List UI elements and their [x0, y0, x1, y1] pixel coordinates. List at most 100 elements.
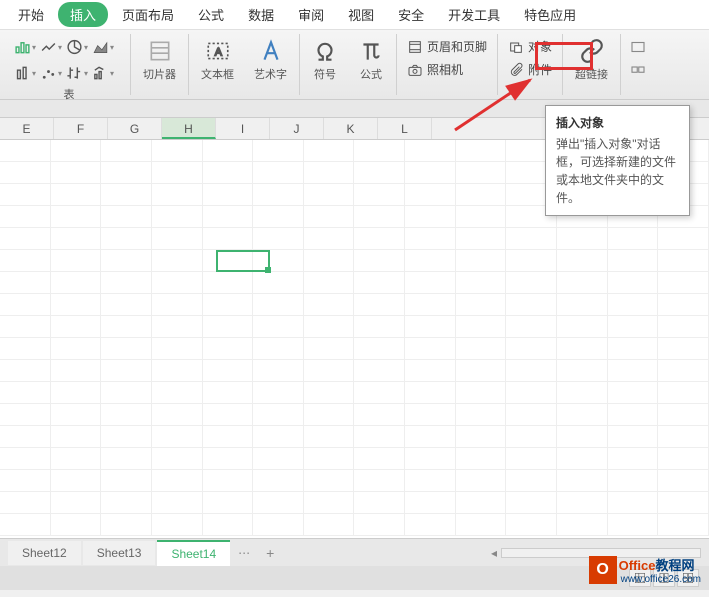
sheet-tab-active[interactable]: Sheet14: [157, 540, 230, 566]
grid-cell[interactable]: [203, 338, 254, 359]
grid-cell[interactable]: [51, 316, 102, 337]
grid-cell[interactable]: [456, 140, 507, 161]
grid-cell[interactable]: [51, 360, 102, 381]
grid-cell[interactable]: [354, 404, 405, 425]
grid-cell[interactable]: [557, 316, 608, 337]
grid-cell[interactable]: [203, 162, 254, 183]
grid-cell[interactable]: [51, 470, 102, 491]
grid-cell[interactable]: [456, 360, 507, 381]
header-footer-button[interactable]: 页眉和页脚: [403, 36, 491, 57]
object-button[interactable]: 对象: [504, 36, 556, 57]
grid-cell[interactable]: [608, 404, 659, 425]
grid-cell[interactable]: [101, 404, 152, 425]
grid-cell[interactable]: [152, 360, 203, 381]
view-page-button[interactable]: [653, 569, 675, 587]
grid-cell[interactable]: [203, 272, 254, 293]
grid-cell[interactable]: [51, 184, 102, 205]
grid-cell[interactable]: [456, 250, 507, 271]
grid-cell[interactable]: [101, 140, 152, 161]
grid-cell[interactable]: [608, 470, 659, 491]
grid-cell[interactable]: [405, 360, 456, 381]
grid-cell[interactable]: [304, 404, 355, 425]
grid-cell[interactable]: [456, 426, 507, 447]
grid-cell[interactable]: [51, 162, 102, 183]
grid-cell[interactable]: [304, 426, 355, 447]
grid-cell[interactable]: [203, 514, 254, 535]
menu-security[interactable]: 安全: [388, 1, 434, 28]
grid-cell[interactable]: [101, 492, 152, 513]
sheet-tab[interactable]: Sheet12: [8, 541, 81, 565]
grid-cell[interactable]: [0, 206, 51, 227]
grid-cell[interactable]: [354, 514, 405, 535]
wordart-button[interactable]: 艺术字: [248, 36, 293, 84]
grid-cell[interactable]: [51, 206, 102, 227]
grid-cell[interactable]: [405, 404, 456, 425]
grid-cell[interactable]: [557, 272, 608, 293]
grid-cell[interactable]: [51, 404, 102, 425]
grid-cell[interactable]: [658, 228, 709, 249]
grid-cell[interactable]: [354, 316, 405, 337]
bar-chart-icon[interactable]: ▾: [14, 36, 36, 58]
grid-cell[interactable]: [456, 492, 507, 513]
grid-cell[interactable]: [658, 250, 709, 271]
camera-button[interactable]: 照相机: [403, 59, 491, 80]
menu-view[interactable]: 视图: [338, 1, 384, 28]
grid-cell[interactable]: [506, 448, 557, 469]
line-chart-icon[interactable]: ▾: [40, 36, 62, 58]
grid-cell[interactable]: [0, 426, 51, 447]
grid-cell[interactable]: [152, 228, 203, 249]
grid-cell[interactable]: [0, 316, 51, 337]
grid-cell[interactable]: [203, 294, 254, 315]
view-break-button[interactable]: [677, 569, 699, 587]
grid-cell[interactable]: [304, 184, 355, 205]
grid-cell[interactable]: [506, 382, 557, 403]
grid-cell[interactable]: [506, 250, 557, 271]
grid-cell[interactable]: [152, 140, 203, 161]
grid-cell[interactable]: [101, 382, 152, 403]
grid-cell[interactable]: [658, 382, 709, 403]
grid-cell[interactable]: [354, 184, 405, 205]
grid-cell[interactable]: [101, 360, 152, 381]
grid-cell[interactable]: [101, 316, 152, 337]
grid-cell[interactable]: [253, 316, 304, 337]
grid-cell[interactable]: [608, 426, 659, 447]
grid-cell[interactable]: [658, 360, 709, 381]
slicer-button[interactable]: 切片器: [137, 36, 182, 84]
grid-cell[interactable]: [456, 514, 507, 535]
grid-cell[interactable]: [203, 426, 254, 447]
grid-cell[interactable]: [253, 140, 304, 161]
grid-cell[interactable]: [253, 338, 304, 359]
grid-cell[interactable]: [557, 338, 608, 359]
grid-cell[interactable]: [253, 162, 304, 183]
grid-cell[interactable]: [51, 250, 102, 271]
grid-cell[interactable]: [354, 228, 405, 249]
menu-page-layout[interactable]: 页面布局: [112, 1, 184, 28]
grid-cell[interactable]: [506, 470, 557, 491]
grid-cell[interactable]: [253, 228, 304, 249]
grid-cell[interactable]: [304, 294, 355, 315]
grid-cell[interactable]: [253, 360, 304, 381]
grid-cell[interactable]: [152, 382, 203, 403]
grid-cell[interactable]: [101, 228, 152, 249]
grid-cell[interactable]: [557, 492, 608, 513]
grid-cell[interactable]: [253, 492, 304, 513]
grid-cell[interactable]: [456, 470, 507, 491]
grid-cell[interactable]: [557, 360, 608, 381]
grid-cell[interactable]: [658, 294, 709, 315]
grid-cell[interactable]: [557, 404, 608, 425]
grid-cell[interactable]: [203, 228, 254, 249]
grid-cell[interactable]: [152, 514, 203, 535]
grid-cell[interactable]: [0, 294, 51, 315]
grid-cell[interactable]: [51, 382, 102, 403]
grid-cell[interactable]: [354, 338, 405, 359]
grid-cell[interactable]: [253, 250, 304, 271]
menu-review[interactable]: 审阅: [288, 1, 334, 28]
grid-cell[interactable]: [203, 316, 254, 337]
grid-cell[interactable]: [152, 316, 203, 337]
menu-start[interactable]: 开始: [8, 1, 54, 28]
grid-cell[interactable]: [608, 382, 659, 403]
grid-cell[interactable]: [0, 338, 51, 359]
grid-cell[interactable]: [456, 382, 507, 403]
grid-cell[interactable]: [658, 514, 709, 535]
grid-cell[interactable]: [253, 426, 304, 447]
